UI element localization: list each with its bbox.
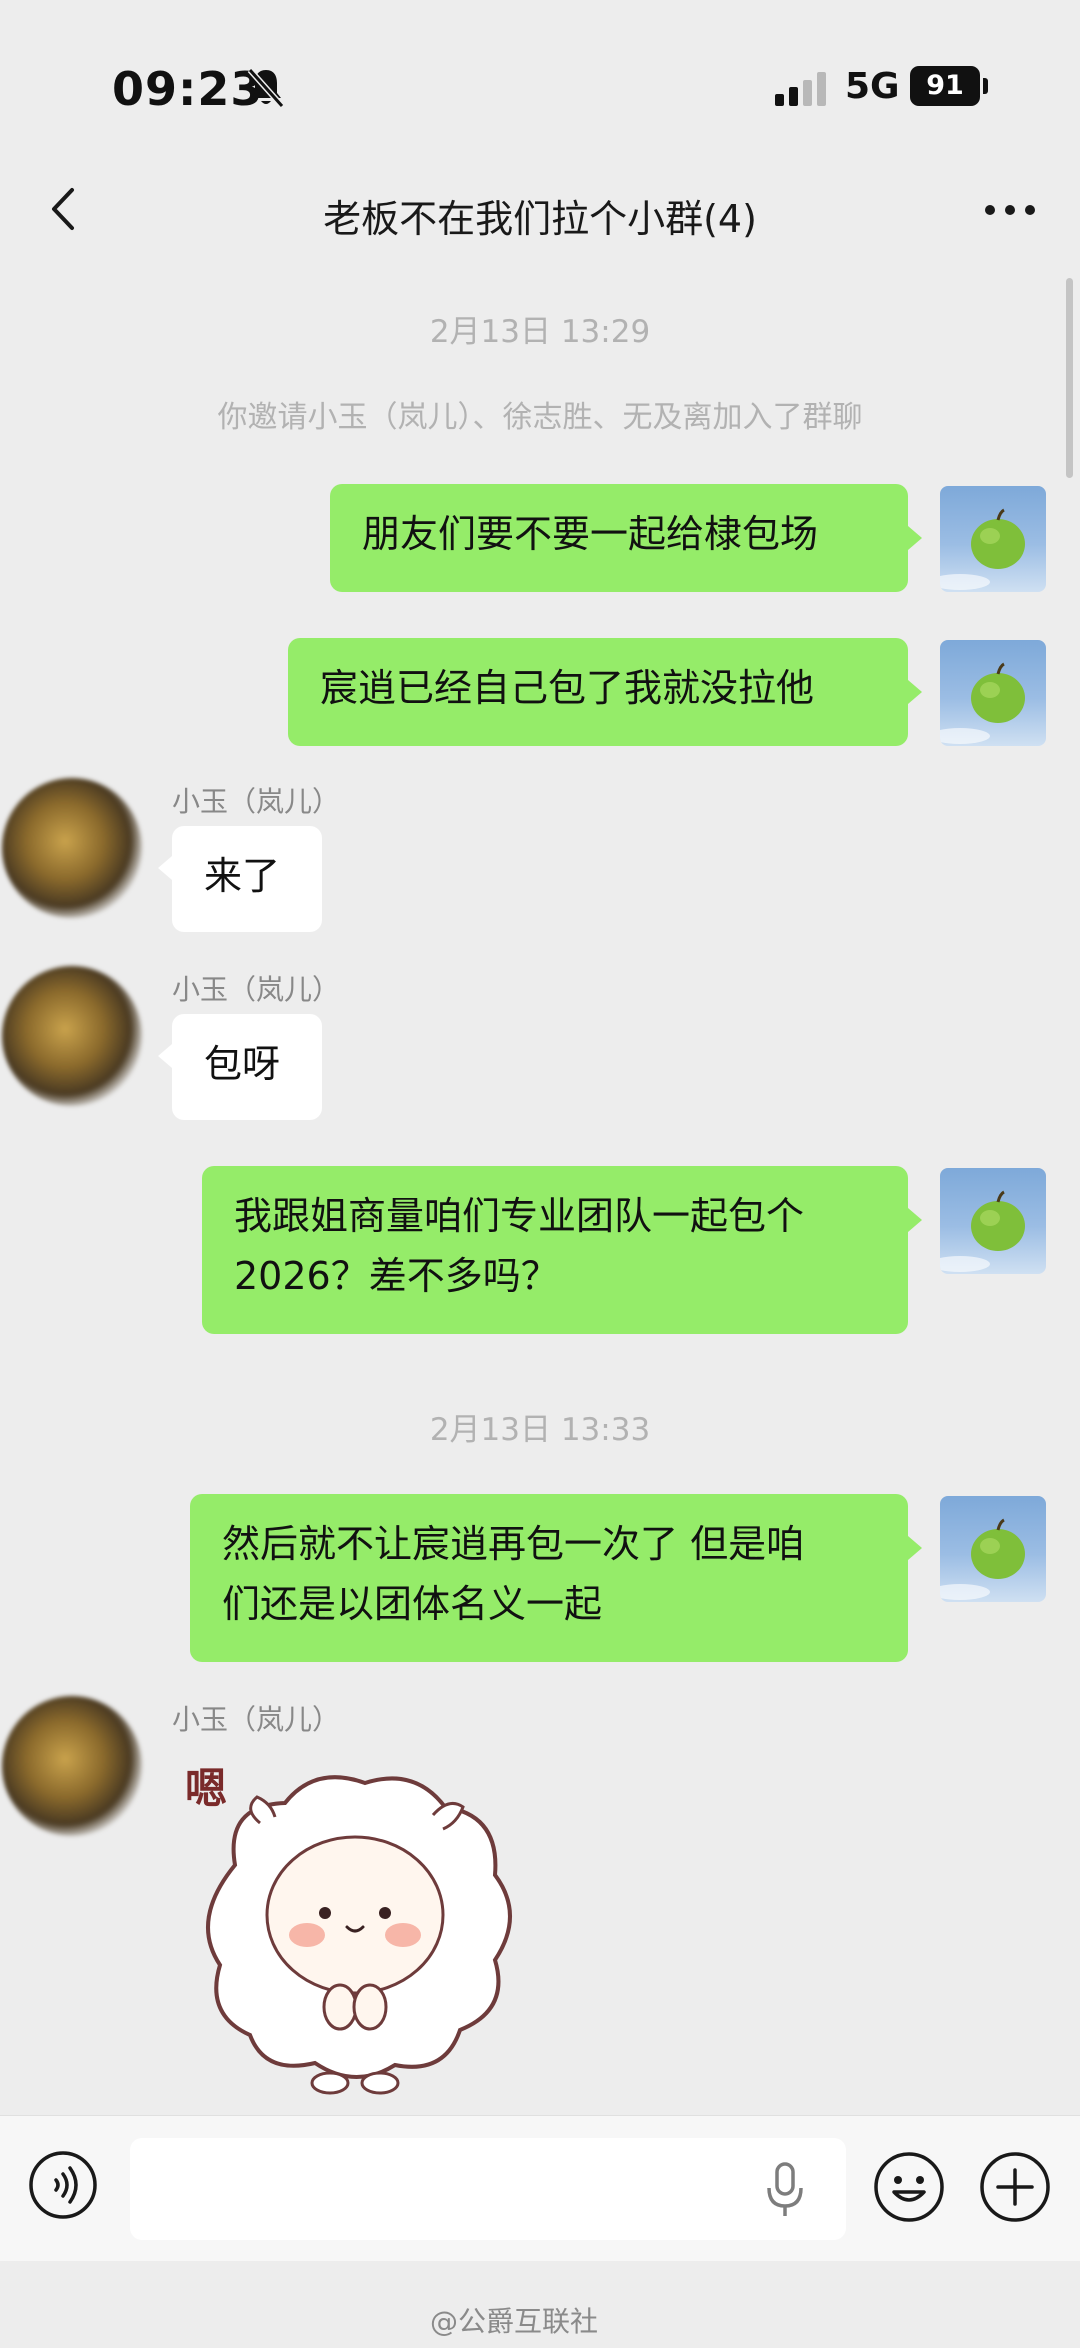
- green-apple-icon: [940, 662, 1025, 744]
- green-apple-icon: [940, 1190, 1025, 1272]
- chat-title: 老板不在我们拉个小群(4): [323, 197, 757, 241]
- bubble-tail: [158, 856, 172, 880]
- status-time: 09:23: [112, 62, 264, 116]
- signal-icon: [775, 72, 826, 106]
- voice-icon[interactable]: [28, 2150, 98, 2220]
- message-bubble-mine[interactable]: 我跟姐商量咱们专业团队一起包个 2026？差不多吗？: [202, 1166, 908, 1334]
- message-text-line: 然后就不让宸逍再包一次了 但是咱: [222, 1522, 805, 1566]
- sender-name: 小玉（岚儿）: [172, 973, 341, 1006]
- sender-name: 小玉（岚儿）: [172, 1703, 341, 1736]
- sheep-sticker[interactable]: 嗯: [165, 1745, 535, 2100]
- message-text-line: 我跟姐商量咱们专业团队一起包个: [234, 1194, 805, 1238]
- network-type: 5G: [845, 66, 900, 107]
- avatar-xiaoyu[interactable]: [2, 966, 142, 1106]
- plus-icon[interactable]: [978, 2150, 1052, 2224]
- avatar-mine[interactable]: [940, 486, 1046, 592]
- message-bubble-other[interactable]: 包呀: [172, 1014, 322, 1120]
- green-apple-icon: [940, 1518, 1025, 1600]
- nav-bar: 老板不在我们拉个小群(4): [0, 170, 1080, 250]
- microphone-icon[interactable]: [760, 2160, 810, 2220]
- watermark: @公爵互联社: [430, 2305, 599, 2338]
- sticker-text: 嗯: [185, 1765, 227, 1812]
- battery-tip: [983, 78, 988, 94]
- avatar-mine[interactable]: [940, 640, 1046, 746]
- avatar-mine[interactable]: [940, 1496, 1046, 1602]
- more-icon[interactable]: [980, 188, 1040, 232]
- avatar-xiaoyu[interactable]: [2, 778, 142, 918]
- message-text: 来了: [204, 854, 281, 898]
- message-text: 包呀: [204, 1042, 281, 1086]
- message-text: 宸逍已经自己包了我就没拉他: [320, 666, 815, 710]
- message-bubble-mine[interactable]: 然后就不让宸逍再包一次了 但是咱 们还是以团体名义一起: [190, 1494, 908, 1662]
- timestamp: 2月13日 13:29: [429, 314, 651, 350]
- message-text: 朋友们要不要一起给棣包场: [362, 512, 819, 556]
- avatar-xiaoyu[interactable]: [2, 1696, 142, 1836]
- battery-level: 91: [910, 66, 980, 106]
- emoji-icon[interactable]: [872, 2150, 946, 2224]
- message-bubble-other[interactable]: 来了: [172, 826, 322, 932]
- bubble-tail: [908, 526, 922, 550]
- bell-muted-icon: [247, 68, 285, 108]
- bubble-tail: [908, 1536, 922, 1560]
- message-input[interactable]: [130, 2138, 846, 2240]
- timestamp: 2月13日 13:33: [429, 1412, 651, 1448]
- system-message: 你邀请小玉（岚儿）、徐志胜、无及离加入了群聊: [217, 400, 863, 435]
- message-bubble-mine[interactable]: 宸逍已经自己包了我就没拉他: [288, 638, 908, 746]
- sender-name: 小玉（岚儿）: [172, 785, 341, 818]
- bubble-tail: [158, 1044, 172, 1068]
- bubble-tail: [908, 1208, 922, 1232]
- avatar-mine[interactable]: [940, 1168, 1046, 1274]
- green-apple-icon: [940, 508, 1025, 590]
- bubble-tail: [908, 680, 922, 704]
- message-bubble-mine[interactable]: 朋友们要不要一起给棣包场: [330, 484, 908, 592]
- message-text-line: 2026？差不多吗？: [234, 1254, 559, 1298]
- input-bar: [0, 2115, 1080, 2261]
- message-text-line: 们还是以团体名义一起: [222, 1582, 603, 1626]
- status-bar: 09:23 5G 91: [0, 0, 1080, 170]
